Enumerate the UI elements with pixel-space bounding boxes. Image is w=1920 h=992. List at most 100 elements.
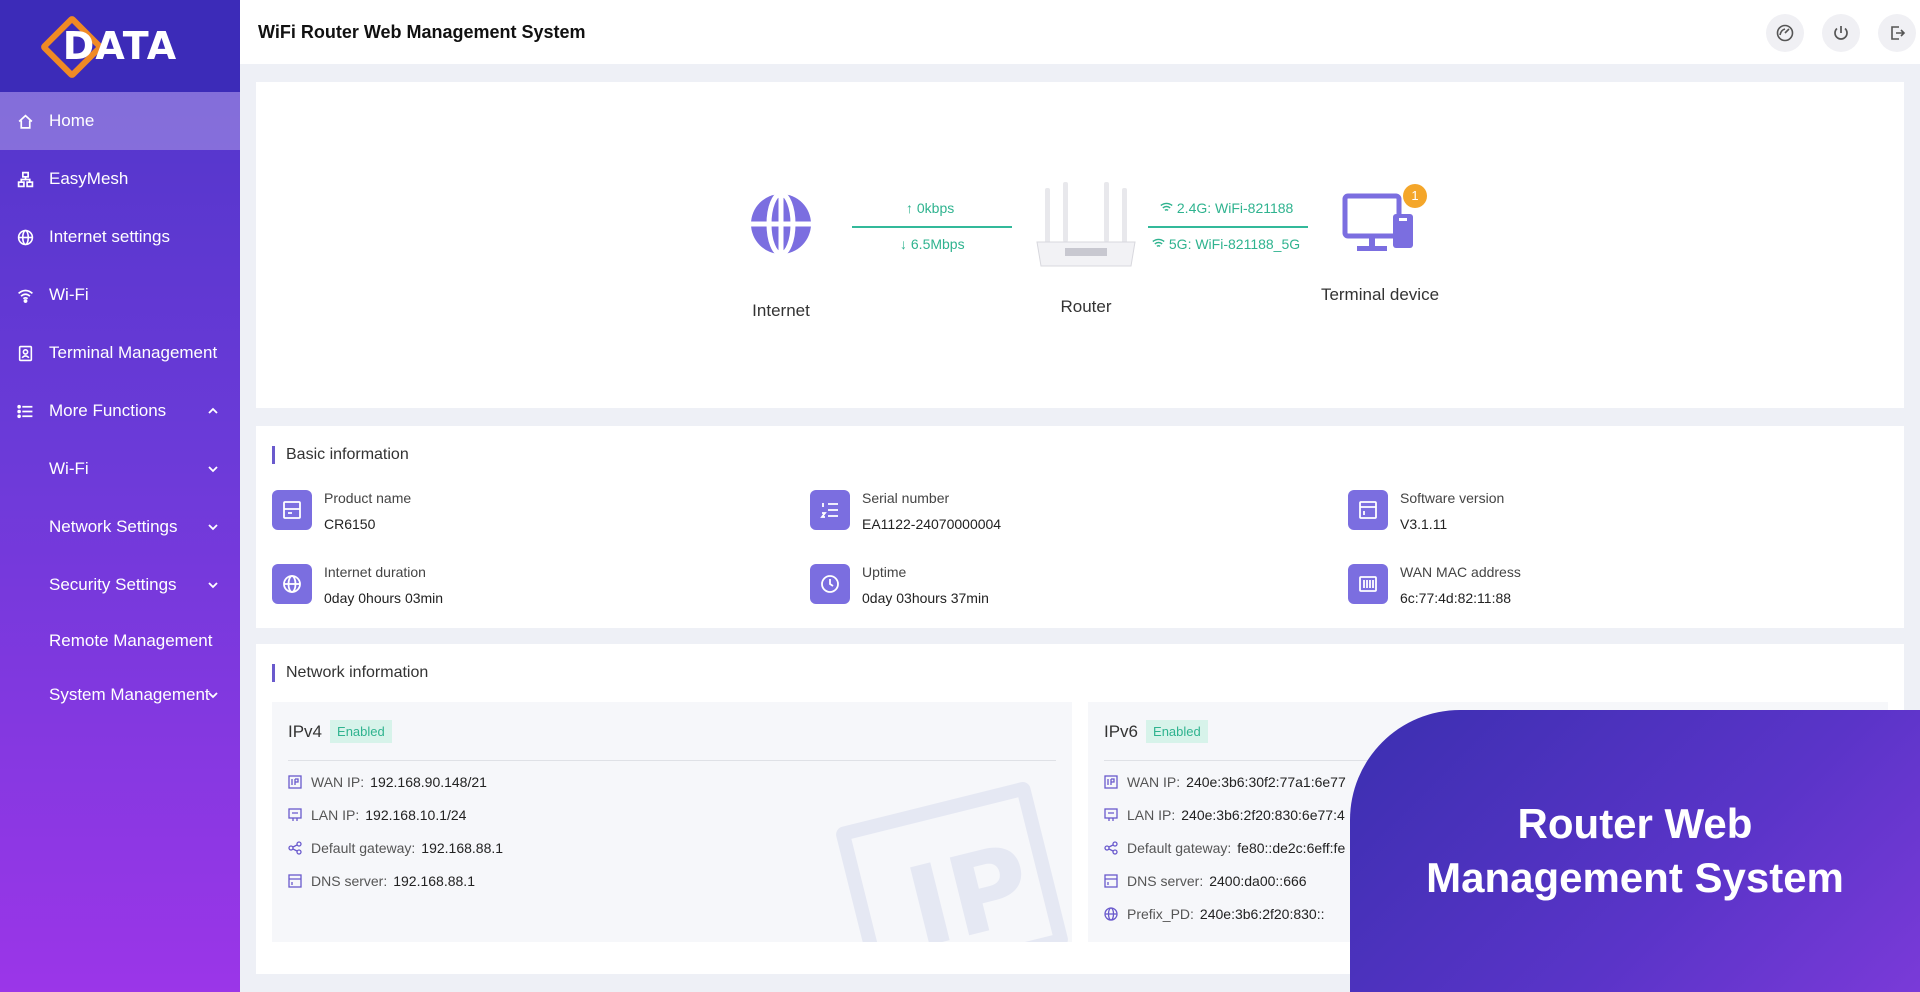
power-button[interactable] [1822,14,1860,52]
sidebar-item-label: Network Settings [49,517,178,536]
logout-icon [1891,26,1906,40]
sidebar-item-label: Home [49,111,95,130]
sidebar-subitem-remote-management[interactable]: Remote Management [0,614,240,668]
serial-number-info: Serial number EA1122-24070000004 [810,490,1001,532]
list-icon [16,402,34,420]
wan-mac-label: WAN MAC address [1400,564,1521,580]
product-name-value: CR6150 [324,516,376,532]
ip-watermark-icon: IP [834,780,1070,942]
chevron-down-icon [208,466,218,473]
ip-icon [288,775,302,789]
clock-icon [810,564,850,604]
lan-icon [288,808,302,821]
mesh-icon [16,170,34,188]
ipv6-dns-server: DNS server: 2400:da00::666 [1104,873,1307,889]
internet-label: Internet [752,301,810,320]
chevron-down-icon [208,692,218,699]
globe-icon [1104,907,1118,921]
section-title: Basic information [272,446,409,464]
ipv4-dns-server: DNS server: 192.168.88.1 [288,873,475,889]
barcode-icon [1348,564,1388,604]
internet-node[interactable]: Internet [726,191,836,321]
terminal-node[interactable]: 1 Terminal device [1310,184,1450,305]
power-icon [1834,26,1848,40]
sidebar: DATA Home EasyMesh Internet settings Wi-… [0,0,240,992]
share-icon [288,841,302,855]
ipv6-title: IPv6 [1104,721,1139,741]
sidebar-subitem-wifi[interactable]: Wi-Fi [0,440,240,498]
serial-label: Serial number [862,490,950,506]
status-badge: Enabled [1146,720,1208,743]
wifi-icon [1152,238,1165,247]
router-icon [1036,182,1136,267]
divider [288,760,1056,761]
lan-icon [1104,808,1118,821]
sidebar-item-label: EasyMesh [49,169,129,188]
sidebar-item-easymesh[interactable]: EasyMesh [0,150,240,208]
sidebar-item-wifi[interactable]: Wi-Fi [0,266,240,324]
logo-text: DATA [62,24,178,68]
dashboard-button[interactable] [1766,14,1804,52]
logout-button[interactable] [1878,14,1916,52]
ssid-5g: 5G: WiFi-821188_5G [1152,236,1300,252]
ssid-24g: 2.4G: WiFi-821188 [1160,200,1293,216]
wan-mac-value: 6c:77:4d:82:11:88 [1400,590,1512,606]
gauge-icon [1776,24,1794,42]
sidebar-subitem-system-management[interactable]: System Management [0,668,240,722]
upload-rate: ↑ 0kbps [906,200,955,216]
globe-icon [16,228,34,246]
serial-value: EA1122-24070000004 [862,516,1002,532]
sidebar-item-label: System Management [49,685,210,704]
uptime-value: 0day 03hours 37min [862,590,989,606]
topology-card: Internet ↑ 0kbps ↓ 6.5Mbps Router 2.4G: … [256,82,1904,408]
sidebar-subitem-network-settings[interactable]: Network Settings [0,498,240,556]
promo-text: Router Web Management System [1426,800,1844,901]
page-title: WiFi Router Web Management System [258,21,586,42]
sidebar-item-internet-settings[interactable]: Internet settings [0,208,240,266]
internet-duration-info: Internet duration 0day 0hours 03min [272,564,443,606]
chevron-down-icon [208,524,218,531]
sidebar-item-label: Security Settings [49,575,177,594]
uptime-info: Uptime 0day 03hours 37min [810,564,989,606]
sidebar-item-more-functions[interactable]: More Functions [0,382,240,440]
status-badge: Enabled [330,720,392,743]
sidebar-item-home[interactable]: Home [0,92,240,150]
product-name-label: Product name [324,490,412,506]
section-title: Network information [272,664,428,682]
ipv6-default-gateway: Default gateway: fe80::de2c:6eff:fe [1104,840,1345,856]
sidebar-item-terminal-management[interactable]: Terminal Management [0,324,240,382]
globe-icon [272,564,312,604]
ipv4-default-gateway: Default gateway: 192.168.88.1 [288,840,503,856]
home-icon [16,112,34,130]
terminal-count-badge: 1 [1403,184,1427,208]
sidebar-item-label: Internet settings [49,227,170,246]
sidebar-item-label: Wi-Fi [49,285,89,304]
sidebar-item-label: Remote Management [49,631,213,650]
brand-logo: DATA [0,0,240,92]
internet-router-link [852,226,1012,228]
internet-duration-label: Internet duration [324,564,426,580]
uptime-label: Uptime [862,564,907,580]
globe-icon [751,191,811,257]
router-node[interactable]: Router [1024,182,1148,317]
server-icon [288,874,302,888]
product-icon [272,490,312,530]
chevron-down-icon [208,582,218,589]
promo-banner: Router Web Management System [1350,710,1920,992]
download-rate: ↓ 6.5Mbps [900,236,965,252]
chevron-up-icon [208,407,218,414]
sidebar-subitem-security-settings[interactable]: Security Settings [0,556,240,614]
ipv4-wan-ip: WAN IP: 192.168.90.148/21 [288,774,487,790]
ipv4-title: IPv4 [288,721,323,741]
wifi-icon [1160,202,1173,211]
ipv6-wan-ip: WAN IP: 240e:3b6:30f2:77a1:6e77 [1104,774,1346,790]
software-value: V3.1.11 [1400,516,1448,532]
software-version-info: Software version V3.1.11 [1348,490,1504,532]
product-name-info: Product name CR6150 [272,490,411,532]
sidebar-item-label: Wi-Fi [49,459,89,478]
wifi-icon [16,286,34,304]
top-header: WiFi Router Web Management System [240,0,1920,64]
sidebar-item-label: More Functions [49,401,167,420]
share-icon [1104,841,1118,855]
sidebar-item-label: Terminal Management [49,343,218,362]
